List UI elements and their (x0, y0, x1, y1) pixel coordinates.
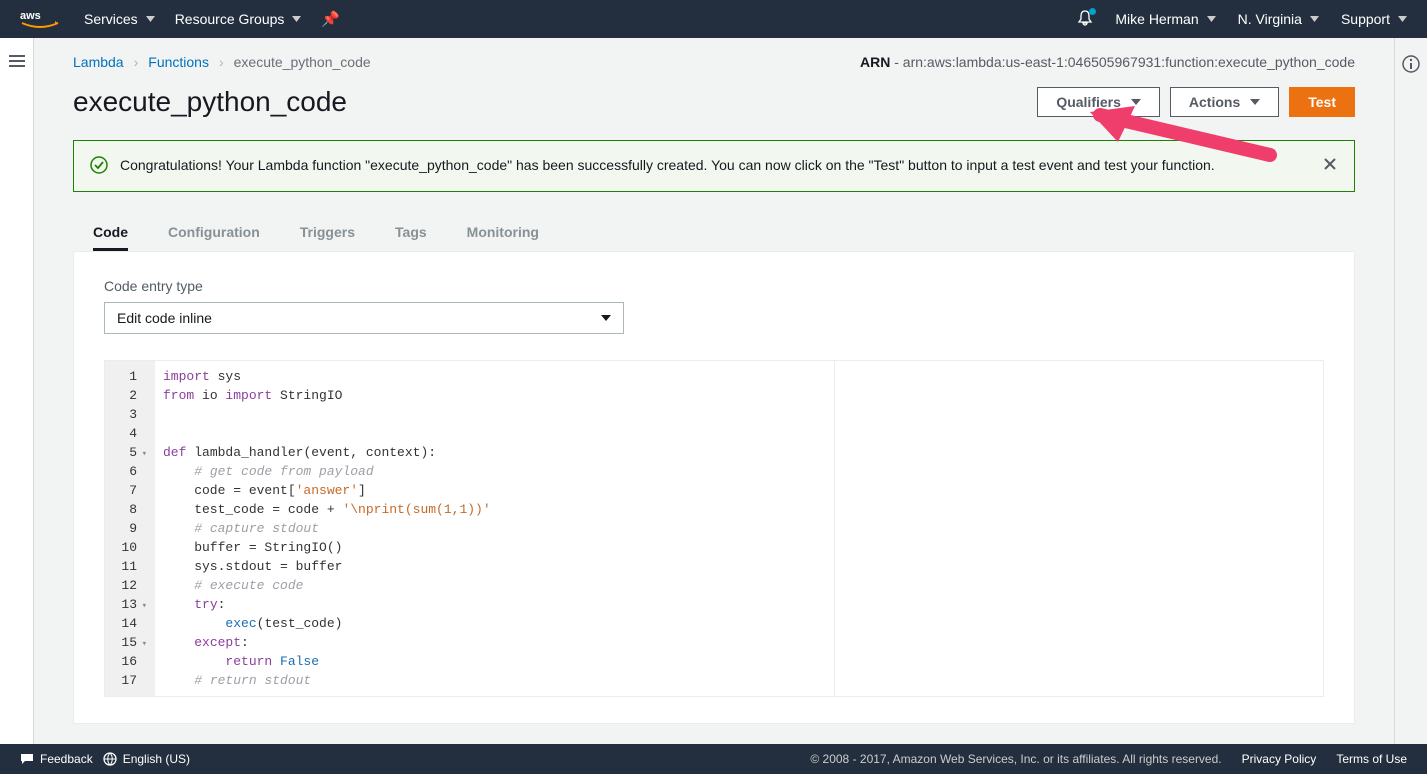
select-value: Edit code inline (117, 310, 212, 326)
nav-user[interactable]: Mike Herman (1115, 11, 1215, 27)
actions-button[interactable]: Actions (1170, 87, 1279, 117)
editor-code[interactable]: import sysfrom io import StringIOdef lam… (155, 361, 835, 696)
tab-triggers[interactable]: Triggers (300, 216, 355, 251)
caret-down-icon (601, 315, 611, 321)
breadcrumb-functions[interactable]: Functions (148, 54, 209, 70)
breadcrumb-current: execute_python_code (234, 54, 371, 70)
page-title: execute_python_code (73, 86, 347, 118)
hamburger-icon (9, 55, 25, 67)
caret-down-icon (1250, 99, 1260, 105)
breadcrumb-lambda[interactable]: Lambda (73, 54, 124, 70)
caret-down-icon (292, 16, 301, 22)
privacy-link[interactable]: Privacy Policy (1242, 752, 1317, 766)
nav-left: Services Resource Groups 📌 (84, 10, 340, 28)
nav-services[interactable]: Services (84, 11, 155, 27)
notifications-icon[interactable] (1077, 10, 1093, 29)
feedback-link[interactable]: Feedback (20, 752, 93, 766)
test-button[interactable]: Test (1289, 87, 1355, 117)
arn-display: ARN - arn:aws:lambda:us-east-1:046505967… (860, 54, 1355, 70)
tab-configuration[interactable]: Configuration (168, 216, 260, 251)
code-editor[interactable]: 12345 ▾678910111213 ▾1415 ▾1617 import s… (104, 360, 1324, 697)
tab-monitoring[interactable]: Monitoring (467, 216, 539, 251)
chevron-right-icon: › (219, 54, 224, 70)
notification-dot (1089, 8, 1096, 15)
nav-resource-groups[interactable]: Resource Groups (175, 11, 302, 27)
editor-gutter: 12345 ▾678910111213 ▾1415 ▾1617 (105, 361, 155, 696)
sidebar-toggle[interactable] (0, 38, 34, 744)
alert-close-button[interactable] (1322, 155, 1338, 177)
info-panel-toggle[interactable] (1394, 38, 1427, 744)
close-icon (1324, 158, 1336, 170)
tabs: Code Configuration Triggers Tags Monitor… (73, 216, 1355, 251)
header-actions: Qualifiers Actions Test (1037, 87, 1355, 117)
caret-down-icon (1310, 16, 1319, 22)
caret-down-icon (1207, 16, 1216, 22)
tab-code[interactable]: Code (93, 216, 128, 251)
copyright-text: © 2008 - 2017, Amazon Web Services, Inc.… (810, 752, 1221, 766)
nav-support[interactable]: Support (1341, 11, 1407, 27)
pin-icon[interactable]: 📌 (321, 10, 340, 28)
tab-tags[interactable]: Tags (395, 216, 427, 251)
footer: Feedback English (US) © 2008 - 2017, Ama… (0, 744, 1427, 774)
success-alert: Congratulations! Your Lambda function "e… (73, 140, 1355, 192)
header-row: execute_python_code Qualifiers Actions T… (73, 86, 1355, 118)
nav-region[interactable]: N. Virginia (1238, 11, 1319, 27)
code-panel: Code entry type Edit code inline 12345 ▾… (73, 251, 1355, 724)
chat-icon (20, 753, 34, 765)
nav-right: Mike Herman N. Virginia Support (1077, 10, 1407, 29)
terms-link[interactable]: Terms of Use (1336, 752, 1407, 766)
check-circle-icon (90, 156, 108, 174)
caret-down-icon (146, 16, 155, 22)
aws-logo[interactable]: aws (20, 7, 60, 31)
caret-down-icon (1131, 99, 1141, 105)
globe-icon (103, 752, 117, 766)
caret-down-icon (1398, 16, 1407, 22)
svg-text:aws: aws (20, 10, 41, 22)
code-entry-select[interactable]: Edit code inline (104, 302, 624, 334)
chevron-right-icon: › (134, 54, 139, 70)
info-icon (1402, 55, 1420, 73)
breadcrumb-row: Lambda › Functions › execute_python_code… (73, 38, 1355, 80)
code-entry-label: Code entry type (104, 278, 1324, 294)
main-content: Lambda › Functions › execute_python_code… (34, 38, 1394, 744)
alert-text: Congratulations! Your Lambda function "e… (120, 155, 1310, 175)
top-nav: aws Services Resource Groups 📌 Mike Herm… (0, 0, 1427, 38)
language-selector[interactable]: English (US) (103, 752, 190, 766)
qualifiers-button[interactable]: Qualifiers (1037, 87, 1160, 117)
